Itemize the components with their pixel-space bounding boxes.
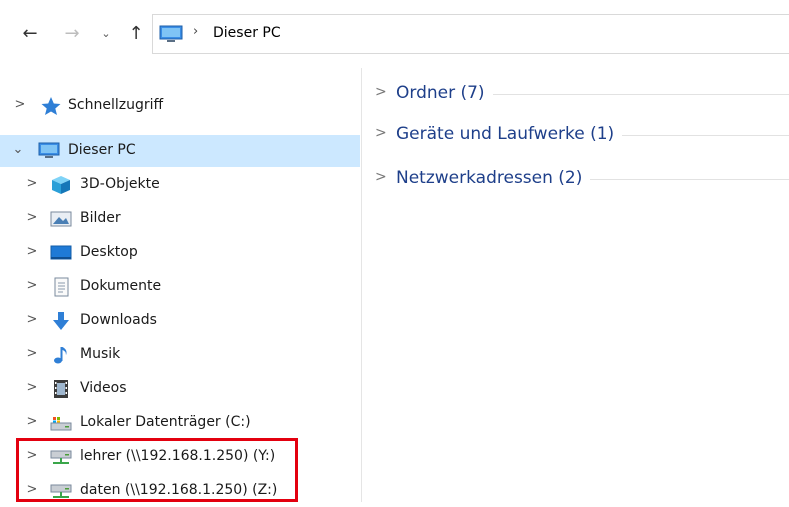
nav-label-downloads: Downloads <box>80 312 157 328</box>
nav-item-local-disk-c[interactable]: > Lokaler Datenträger (C:) <box>0 407 362 439</box>
documents-icon <box>54 277 69 297</box>
nav-item-pictures[interactable]: > Bilder <box>0 203 362 235</box>
nav-label-this-pc: Dieser PC <box>68 142 136 158</box>
this-pc-icon <box>159 25 183 42</box>
3d-objects-icon <box>52 176 70 194</box>
group-label-devices-drives: Geräte und Laufwerke (1) <box>396 124 623 144</box>
downloads-icon <box>53 312 69 330</box>
nav-label-desktop: Desktop <box>80 244 138 260</box>
local-disk-icon <box>50 417 72 431</box>
group-header-network-locations[interactable]: > Netzwerkadressen (2) <box>363 165 789 193</box>
up-arrow-icon[interactable]: ↑ <box>124 20 148 48</box>
nav-item-this-pc[interactable]: ⌄ Dieser PC <box>0 135 360 167</box>
videos-icon <box>54 380 68 398</box>
nav-label-local-disk-c: Lokaler Datenträger (C:) <box>80 414 251 430</box>
network-drives-highlight-box <box>16 438 298 502</box>
star-icon <box>41 97 61 115</box>
address-bar-region: ← → ⌄ ↑ › Dieser PC <box>0 0 789 68</box>
expand-chevron-icon[interactable]: > <box>26 312 38 327</box>
recent-locations-chevron-icon[interactable]: ⌄ <box>98 20 114 48</box>
expand-chevron-icon[interactable]: > <box>375 125 387 141</box>
breadcrumb-separator: › <box>193 24 199 39</box>
group-label-network-locations: Netzwerkadressen (2) <box>396 168 591 188</box>
nav-item-3d-objects[interactable]: > 3D-Objekte <box>0 169 362 201</box>
nav-label-3d-objects: 3D-Objekte <box>80 176 160 192</box>
nav-label-videos: Videos <box>80 380 127 396</box>
expand-chevron-icon[interactable]: > <box>375 84 387 100</box>
nav-label-documents: Dokumente <box>80 278 162 294</box>
nav-item-quick-access[interactable]: > Schnellzugriff <box>0 90 362 122</box>
expand-chevron-icon[interactable]: > <box>26 244 38 259</box>
group-header-devices-drives[interactable]: > Geräte und Laufwerke (1) <box>363 121 789 149</box>
breadcrumb-this-pc[interactable]: Dieser PC <box>213 25 281 41</box>
nav-label-quick-access: Schnellzugriff <box>68 97 164 113</box>
expand-chevron-icon[interactable]: > <box>26 210 38 225</box>
group-label-folders: Ordner (7) <box>396 83 493 103</box>
nav-item-documents[interactable]: > Dokumente <box>0 271 362 303</box>
nav-label-pictures: Bilder <box>80 210 121 226</box>
content-pane: > Ordner (7) > Geräte und Laufwerke (1) … <box>363 68 789 502</box>
nav-item-downloads[interactable]: > Downloads <box>0 305 362 337</box>
collapse-chevron-icon[interactable]: ⌄ <box>12 142 24 157</box>
address-bar[interactable]: › Dieser PC <box>152 14 789 54</box>
expand-chevron-icon[interactable]: > <box>26 380 38 395</box>
expand-chevron-icon[interactable]: > <box>14 97 26 112</box>
expand-chevron-icon[interactable]: > <box>375 169 387 185</box>
desktop-icon <box>50 245 72 260</box>
music-icon <box>54 347 67 364</box>
nav-label-music: Musik <box>80 346 121 362</box>
expand-chevron-icon[interactable]: > <box>26 346 38 361</box>
expand-chevron-icon[interactable]: > <box>26 414 38 429</box>
back-arrow-icon[interactable]: ← <box>18 20 42 48</box>
expand-chevron-icon[interactable]: > <box>26 176 38 191</box>
this-pc-icon <box>38 142 60 158</box>
forward-arrow-icon[interactable]: → <box>60 20 84 48</box>
nav-item-videos[interactable]: > Videos <box>0 373 362 405</box>
navigation-pane: > Schnellzugriff ⌄ Dieser PC > 3D-Objekt… <box>0 68 362 502</box>
expand-chevron-icon[interactable]: > <box>26 278 38 293</box>
pictures-icon <box>50 211 72 227</box>
nav-item-desktop[interactable]: > Desktop <box>0 237 362 269</box>
group-header-folders[interactable]: > Ordner (7) <box>363 80 789 108</box>
nav-item-music[interactable]: > Musik <box>0 339 362 371</box>
